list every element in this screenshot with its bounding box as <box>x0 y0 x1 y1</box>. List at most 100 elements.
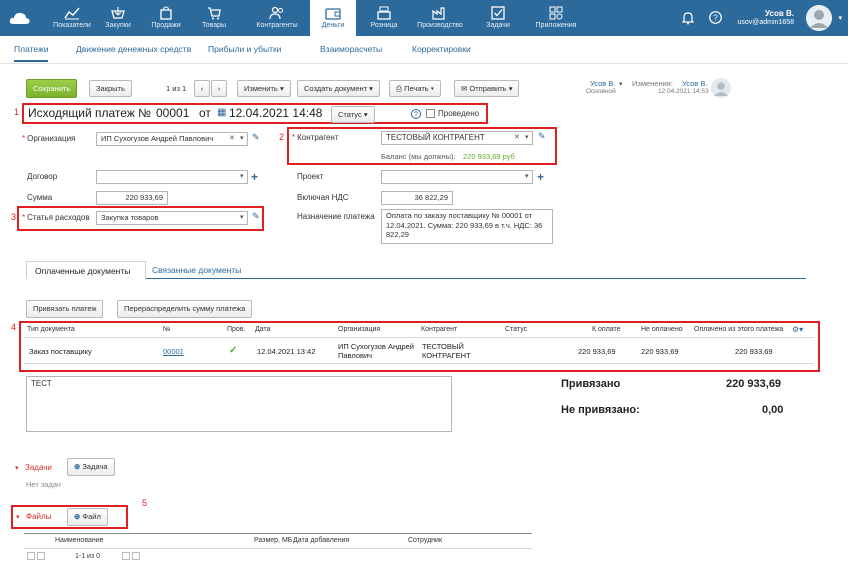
tasks-label[interactable]: Задачи <box>25 463 52 472</box>
create-document-button[interactable]: Создать документ ▾ <box>297 80 380 97</box>
col-header-unpaid[interactable]: Не оплачено <box>641 326 683 333</box>
bind-payment-button[interactable]: Привязать платеж <box>26 300 104 318</box>
counterparty-field[interactable]: ТЕСТОВЫЙ КОНТРАГЕНТ <box>381 131 533 145</box>
nav-item-production[interactable]: Производство <box>412 0 468 36</box>
doc-date[interactable]: 12.04.2021 14:48 <box>229 106 322 120</box>
close-button[interactable]: Закрыть <box>89 80 132 97</box>
add-project-icon[interactable]: + <box>537 171 544 183</box>
tasks-collapse-icon[interactable]: ▾ <box>15 464 19 472</box>
redistribute-payment-button[interactable]: Перераспределить сумму платежа <box>117 300 253 318</box>
send-button[interactable]: ✉ Отправить ▾ <box>454 80 520 97</box>
chevron-down-icon[interactable]: ▾ <box>240 134 244 142</box>
cart-down-icon <box>111 7 125 19</box>
changes-user[interactable]: Усов В. <box>682 79 707 88</box>
save-button[interactable]: Сохранить <box>26 79 78 98</box>
printer-icon: ⎙ <box>396 84 402 93</box>
col-header-organization[interactable]: Организация <box>338 326 380 333</box>
vat-field[interactable]: 36 822,29 <box>381 191 453 205</box>
nav-item-sales[interactable]: Продажи <box>146 0 186 36</box>
add-contract-icon[interactable]: + <box>251 171 258 183</box>
tab-related-documents[interactable]: Связанные документы <box>152 265 241 275</box>
prev-record-button[interactable]: ‹ <box>194 80 210 97</box>
expense-item-field[interactable]: Закупка товаров <box>96 211 248 225</box>
tab-payments[interactable]: Платежи <box>14 44 49 62</box>
link-icon[interactable]: ✎ <box>252 211 260 222</box>
nav-item-money[interactable]: Деньги <box>310 0 356 36</box>
files-col-date[interactable]: Дата добавления <box>293 537 349 544</box>
nav-item-purchases[interactable]: Закупки <box>100 0 136 36</box>
calendar-icon[interactable]: ▦ <box>217 107 226 118</box>
chevron-down-icon[interactable]: ▾ <box>240 213 244 221</box>
files-col-name[interactable]: Наименование <box>55 537 104 544</box>
bound-value: 220 933,69 <box>726 378 782 390</box>
chevron-down-icon[interactable]: ▾ <box>525 172 529 180</box>
nav-item-indicators[interactable]: Показатели <box>50 0 94 36</box>
help-icon[interactable]: ? <box>709 11 722 24</box>
owner-chevron-icon[interactable]: ▾ <box>619 80 623 88</box>
files-collapse-icon[interactable]: ▾ <box>16 513 20 521</box>
nav-item-counterparties[interactable]: Контрагенты <box>250 0 304 36</box>
contract-field[interactable] <box>96 170 248 184</box>
next-record-button[interactable]: › <box>211 80 227 97</box>
user-menu-chevron-icon[interactable]: ▾ <box>838 14 842 22</box>
column-settings-icon[interactable]: ⚙▾ <box>792 325 803 334</box>
conducted-label: Проведено <box>438 109 480 118</box>
col-header-counterparty[interactable]: Контрагент <box>421 326 457 333</box>
files-prev-button[interactable] <box>27 552 35 560</box>
user-email[interactable]: usov@admin1658 <box>737 19 794 26</box>
col-header-doc-type[interactable]: Тип документа <box>27 326 75 333</box>
owner-name[interactable]: Усов В. <box>590 79 615 88</box>
chevron-down-icon[interactable]: ▾ <box>525 133 529 141</box>
tab-settlements[interactable]: Взаиморасчеты <box>320 44 382 54</box>
files-next-button[interactable] <box>122 552 130 560</box>
files-col-size[interactable]: Размер, МБ <box>254 537 292 544</box>
comment-field[interactable]: ТЕСТ <box>26 376 452 432</box>
change-button[interactable]: Изменить ▾ <box>237 80 291 97</box>
col-header-paid-from-payment[interactable]: Оплачено из этого платежа <box>694 326 783 333</box>
files-last-button[interactable] <box>132 552 140 560</box>
add-file-button[interactable]: ⊕ Файл <box>67 508 108 526</box>
tab-profit-loss[interactable]: Прибыли и убытки <box>208 44 281 54</box>
pager-text: 1 из 1 <box>166 84 187 93</box>
nav-item-retail[interactable]: Розница <box>366 0 402 36</box>
help-icon[interactable]: ? <box>411 109 421 119</box>
add-task-button[interactable]: ⊕ Задача <box>67 458 115 476</box>
project-label: Проект <box>297 172 324 181</box>
doc-number[interactable]: 00001 <box>156 106 189 120</box>
doc-number-link[interactable]: 00001 <box>163 347 184 356</box>
bell-icon[interactable] <box>682 11 694 25</box>
tab-paid-documents[interactable]: Оплаченные документы <box>26 261 146 279</box>
tab-corrections[interactable]: Корректировки <box>412 44 471 54</box>
col-header-status[interactable]: Статус <box>505 326 527 333</box>
avatar[interactable] <box>806 5 832 31</box>
link-icon[interactable]: ✎ <box>538 131 546 142</box>
files-label[interactable]: Файлы <box>26 512 51 521</box>
nav-item-tasks[interactable]: Задачи <box>480 0 516 36</box>
clear-icon[interactable]: ✕ <box>514 133 520 141</box>
files-first-button[interactable] <box>37 552 45 560</box>
conducted-checkbox[interactable] <box>426 109 435 118</box>
purpose-label: Назначение платежа <box>297 212 375 221</box>
bag-icon <box>160 6 172 20</box>
col-header-number[interactable]: № <box>163 326 171 333</box>
files-col-employee[interactable]: Сотрудник <box>408 537 442 544</box>
nav-item-products[interactable]: Товары <box>196 0 232 36</box>
col-header-conducted[interactable]: Пров. <box>227 326 245 333</box>
nav-item-apps[interactable]: Приложения <box>530 0 582 36</box>
project-field[interactable] <box>381 170 533 184</box>
no-tasks-text: Нет задач <box>26 480 61 489</box>
user-name[interactable]: Усов В. <box>765 9 794 18</box>
print-button[interactable]: ⎙ Печать ▾ <box>389 80 441 97</box>
purpose-field[interactable]: Оплата по заказу поставщику № 00001 от 1… <box>381 209 553 244</box>
tab-cash-flow[interactable]: Движение денежных средств <box>76 44 191 54</box>
status-dropdown[interactable]: Статус ▾ <box>331 106 375 123</box>
organization-field[interactable]: ИП Сухогузов Андрей Павлович <box>96 132 248 146</box>
col-header-to-pay[interactable]: К оплате <box>592 326 621 333</box>
cloud-logo-icon[interactable] <box>9 9 31 27</box>
chevron-down-icon[interactable]: ▾ <box>240 172 244 180</box>
clear-icon[interactable]: ✕ <box>229 134 235 142</box>
link-icon[interactable]: ✎ <box>252 132 260 143</box>
col-header-date[interactable]: Дата <box>255 326 271 333</box>
plus-circle-icon: ⊕ <box>74 512 81 521</box>
sum-field[interactable]: 220 933,69 <box>96 191 168 205</box>
